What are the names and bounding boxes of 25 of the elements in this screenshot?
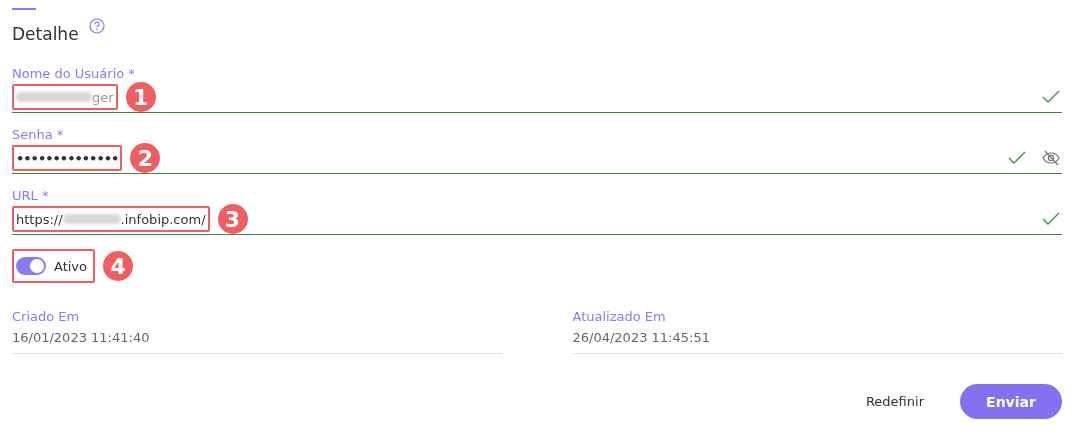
field-value: .infobip.com/	[120, 211, 206, 227]
reset-button[interactable]: Redefinir	[859, 388, 930, 415]
input-field[interactable]: https:// .infobip.com/ 3	[12, 204, 1062, 234]
callout-number: 3	[217, 204, 248, 234]
meta-value: 16/01/2023 11:41:40	[12, 330, 151, 345]
section-title: Detalhe	[12, 24, 79, 44]
help-icon[interactable]	[88, 18, 105, 34]
meta-value: 26/04/2023 11:45:51	[572, 330, 711, 345]
toggle-switch[interactable]	[16, 257, 46, 275]
callout-number: 1	[125, 82, 156, 112]
meta-label: Criado Em	[12, 309, 81, 324]
eye-slash-icon[interactable]	[1042, 150, 1060, 166]
toggle-label: Ativo	[54, 258, 88, 274]
callout-number: 4	[103, 251, 134, 281]
field-label: Senha *	[12, 127, 65, 143]
meta-label: Atualizado Em	[572, 309, 667, 324]
field-label: URL *	[12, 188, 50, 204]
submit-button[interactable]: Enviar	[960, 384, 1062, 419]
field-value: https://	[16, 211, 63, 227]
input-field[interactable]: •••••••••••••• 2	[12, 143, 1062, 173]
redaction-blur	[62, 214, 121, 224]
field-value: ger	[92, 89, 114, 105]
callout-number: 2	[130, 143, 161, 173]
field-value: ••••••••••••••	[16, 150, 119, 166]
field-label: Nome do Usuário *	[12, 66, 136, 82]
